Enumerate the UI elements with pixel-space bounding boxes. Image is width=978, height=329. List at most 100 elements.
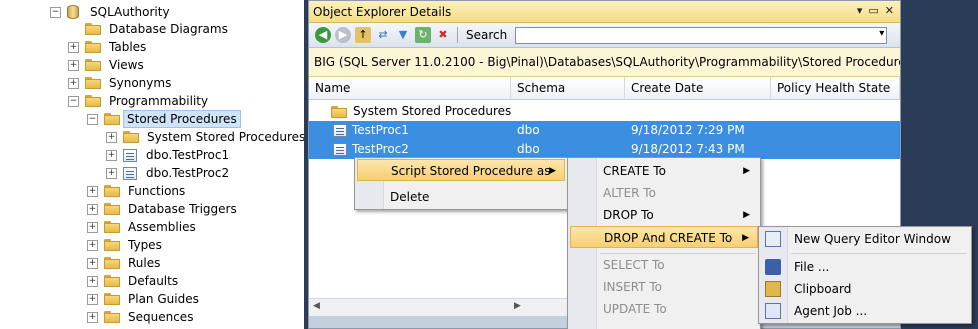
column-header-name[interactable]: Name	[309, 77, 511, 99]
expand-icon[interactable]: +	[68, 41, 79, 53]
close-icon[interactable]: ✕	[885, 4, 894, 17]
menu-item-drop-to[interactable]: DROP To ▶	[570, 204, 758, 226]
expand-icon[interactable]: +	[87, 185, 98, 197]
collapse-icon[interactable]: −	[87, 113, 98, 125]
folder-icon	[85, 23, 101, 35]
search-label: Search	[466, 28, 508, 42]
menu-item-create-to[interactable]: CREATE To ▶	[570, 160, 758, 182]
folder-icon	[104, 185, 120, 197]
menu-item-new-query-editor-window[interactable]: New Query Editor Window	[761, 228, 969, 250]
tree-node[interactable]: + Database Triggers	[87, 200, 242, 218]
menu-item-clipboard[interactable]: Clipboard	[761, 278, 969, 300]
menu-item-script-stored-procedure-as[interactable]: Script Stored Procedure as ▶	[357, 159, 565, 181]
tree-node[interactable]: + System Stored Procedures	[106, 128, 304, 146]
collapse-icon[interactable]: −	[50, 6, 61, 18]
menu-item-insert-to[interactable]: INSERT To	[570, 276, 758, 298]
tree-node[interactable]: + dbo.TestProc1	[106, 146, 234, 164]
tree-node-label: Rules	[128, 256, 161, 270]
tree-node[interactable]: + Rules	[87, 254, 165, 272]
expand-icon[interactable]: +	[106, 131, 117, 143]
object-explorer-tree: − SQLAuthority Database Diagrams + Tables +…	[0, 0, 304, 329]
tree-node[interactable]: + dbo.TestProc2	[106, 164, 234, 182]
expand-icon[interactable]: +	[68, 59, 79, 71]
stored-procedure-icon	[123, 166, 137, 180]
tree-node-label: Programmability	[109, 94, 209, 108]
search-input[interactable]	[515, 26, 888, 44]
tree-node[interactable]: + Tables	[68, 38, 151, 56]
folder-icon	[104, 293, 120, 305]
folder-icon	[85, 77, 101, 89]
item-name: TestProc1	[352, 123, 409, 137]
column-header-create-date[interactable]: Create Date	[625, 77, 771, 99]
menu-item-agent-job[interactable]: Agent Job ...	[761, 300, 969, 322]
tree-node[interactable]: + Functions	[87, 182, 190, 200]
tree-node-label: dbo.TestProc1	[146, 148, 230, 162]
tree-node-label: dbo.TestProc2	[146, 166, 230, 180]
database-icon	[67, 5, 79, 19]
tree-node-label: System Stored Procedures	[147, 130, 304, 144]
menu-item-file[interactable]: File ...	[761, 256, 969, 278]
expand-icon[interactable]: +	[87, 257, 98, 269]
tree-node[interactable]: + Plan Guides	[87, 290, 204, 308]
expand-icon[interactable]: +	[87, 203, 98, 215]
filter-icon[interactable]: ▼	[395, 27, 411, 43]
tree-node[interactable]: + Synonyms	[68, 74, 176, 92]
expand-icon[interactable]: +	[87, 275, 98, 287]
script-target-submenu: New Query Editor Window File ... Clipboa…	[758, 226, 972, 324]
tree-node[interactable]: + Defaults	[87, 272, 183, 290]
tree-node[interactable]: + Sequences	[87, 308, 198, 326]
tree-node-label: Database Triggers	[128, 202, 237, 216]
back-icon[interactable]: ◀	[315, 27, 331, 43]
expand-icon[interactable]: +	[87, 221, 98, 233]
list-item[interactable]: TestProc1 dbo 9/18/2012 7:29 PM	[309, 121, 900, 140]
tree-node[interactable]: + Views	[68, 56, 149, 74]
breadcrumb: BIG (SQL Server 11.0.2100 - Big\Pinal)\D…	[309, 48, 900, 77]
menu-separator	[791, 253, 967, 254]
tree-node[interactable]: − Stored Procedures	[87, 110, 241, 128]
save-icon	[765, 259, 781, 275]
expand-icon[interactable]: +	[106, 149, 117, 161]
window-menu-icon[interactable]: ▾	[857, 4, 863, 17]
folder-icon	[104, 275, 120, 287]
forward-icon[interactable]: ▶	[335, 27, 351, 43]
pin-icon[interactable]: ▭	[868, 4, 878, 17]
menu-item-alter-to[interactable]: ALTER To	[570, 182, 758, 204]
folder-icon	[104, 113, 120, 125]
list-item[interactable]: System Stored Procedures	[309, 102, 900, 121]
submenu-arrow-icon: ▶	[549, 166, 556, 176]
expand-icon[interactable]: +	[87, 293, 98, 305]
scroll-right-icon[interactable]: ▶	[514, 301, 521, 311]
expand-icon[interactable]: +	[68, 77, 79, 89]
tree-node[interactable]: + Types	[87, 236, 167, 254]
new-query-icon	[765, 231, 781, 247]
menu-item-drop-and-create-to[interactable]: DROP And CREATE To ▶	[570, 226, 758, 248]
column-header-schema[interactable]: Schema	[511, 77, 625, 99]
tree-node-label: Sequences	[128, 310, 194, 324]
tree-node-label: Database Diagrams	[109, 22, 228, 36]
context-menu: Script Stored Procedure as ▶ Delete	[354, 157, 568, 210]
menu-item-delete[interactable]: Delete	[357, 186, 565, 208]
expand-icon[interactable]: +	[106, 167, 117, 179]
menu-item-select-to[interactable]: SELECT To	[570, 254, 758, 276]
folder-icon	[104, 239, 120, 251]
sync-icon[interactable]: ⇄	[375, 27, 391, 43]
refresh-icon[interactable]: ↻	[415, 27, 431, 43]
up-folder-icon[interactable]: ↑	[355, 27, 371, 43]
tree-node[interactable]: + Assemblies	[87, 218, 201, 236]
expand-icon[interactable]: +	[87, 239, 98, 251]
tree-node[interactable]: − Programmability	[68, 92, 213, 110]
stop-icon[interactable]: ✖	[435, 27, 451, 43]
tree-node-database[interactable]: − SQLAuthority	[50, 3, 175, 21]
collapse-icon[interactable]: −	[68, 95, 79, 107]
stored-procedure-icon	[123, 148, 137, 162]
expand-icon[interactable]: +	[87, 311, 98, 323]
tree-node-label: SQLAuthority	[90, 5, 170, 19]
menu-item-update-to[interactable]: UPDATE To	[570, 298, 758, 320]
list-header: Name Schema Create Date Policy Health St…	[309, 77, 900, 100]
tree-node-label: Stored Procedures	[123, 110, 241, 128]
tree-node-label: Defaults	[128, 274, 179, 288]
column-header-policy-health-state[interactable]: Policy Health State	[771, 77, 900, 99]
folder-icon	[85, 41, 101, 53]
tree-node[interactable]: Database Diagrams	[68, 20, 233, 38]
scroll-left-icon[interactable]: ◀	[313, 301, 320, 311]
